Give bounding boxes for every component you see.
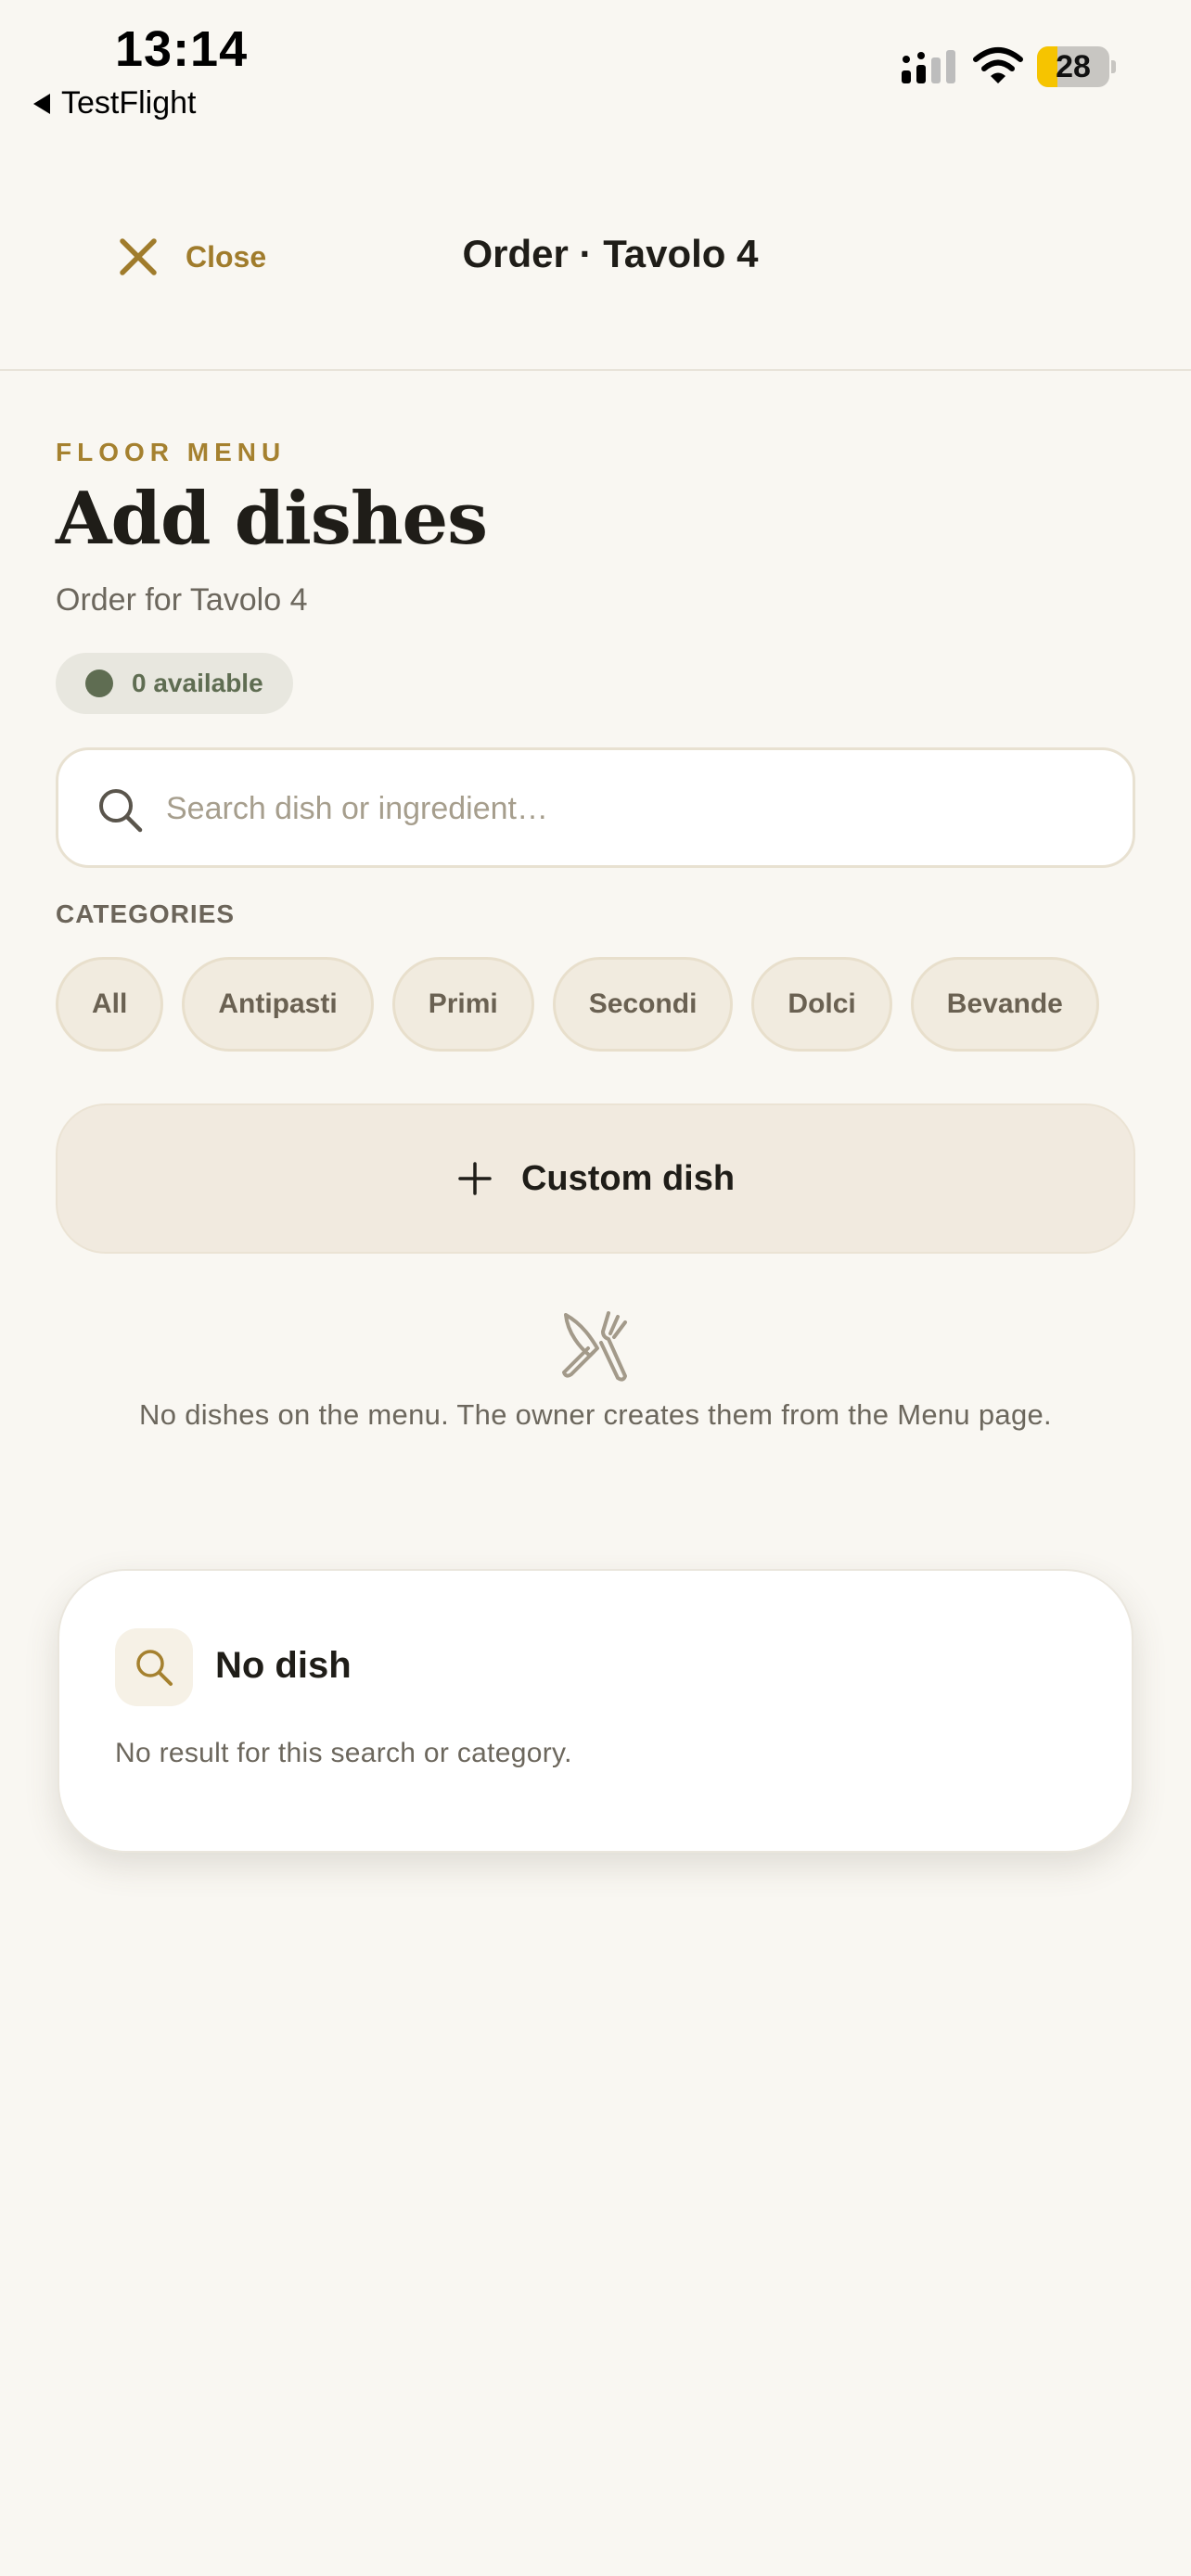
category-chips: All Antipasti Primi Secondi Dolci Bevand… xyxy=(56,957,1135,1053)
search-icon xyxy=(136,1650,173,1686)
status-time: 13:14 xyxy=(115,21,249,77)
category-chip-bevande[interactable]: Bevande xyxy=(910,957,1099,1052)
category-chip-secondi[interactable]: Secondi xyxy=(552,957,734,1052)
custom-dish-button[interactable]: Custom dish xyxy=(56,1103,1135,1254)
availability-badge: 0 available xyxy=(56,653,293,714)
nav-title: Order · Tavolo 4 xyxy=(462,232,759,275)
back-to-app-link[interactable]: TestFlight xyxy=(33,85,197,121)
no-result-card: No dish No result for this search or cat… xyxy=(58,1569,1133,1853)
wifi-icon xyxy=(973,47,1023,83)
category-chip-all[interactable]: All xyxy=(56,957,164,1052)
search-icon xyxy=(99,789,143,833)
no-result-title: No dish xyxy=(215,1645,352,1686)
empty-state-message: No dishes on the menu. The owner creates… xyxy=(139,1398,1052,1431)
no-result-description: No result for this search or category. xyxy=(115,1738,572,1768)
status-dot-icon xyxy=(85,670,113,697)
battery-percent: 28 xyxy=(1056,49,1091,84)
page-title: Add dishes xyxy=(56,477,488,561)
battery-nub xyxy=(1111,60,1116,73)
cellular-signal-icon xyxy=(902,50,955,83)
custom-dish-label: Custom dish xyxy=(520,1158,736,1198)
categories-label: CATEGORIES xyxy=(56,899,236,928)
back-arrow-icon xyxy=(33,93,50,114)
search-input[interactable] xyxy=(166,778,1094,839)
no-result-icon-box xyxy=(115,1628,193,1706)
navigation-bar: Close Order · Tavolo 4 xyxy=(0,204,1191,371)
category-chip-primi[interactable]: Primi xyxy=(391,957,534,1052)
category-chip-antipasti[interactable]: Antipasti xyxy=(182,957,374,1052)
availability-label: 0 available xyxy=(132,669,263,697)
search-field[interactable] xyxy=(56,747,1135,868)
section-eyebrow: FLOOR MENU xyxy=(56,438,287,466)
battery-indicator: 28 xyxy=(1037,46,1116,87)
status-bar: 13:14 TestFlight 28 xyxy=(0,0,1191,130)
back-app-label: TestFlight xyxy=(61,85,197,121)
utensils-icon xyxy=(562,1311,627,1382)
category-chip-dolci[interactable]: Dolci xyxy=(751,957,892,1052)
plus-icon xyxy=(458,1162,492,1195)
page-subtitle: Order for Tavolo 4 xyxy=(56,582,308,618)
